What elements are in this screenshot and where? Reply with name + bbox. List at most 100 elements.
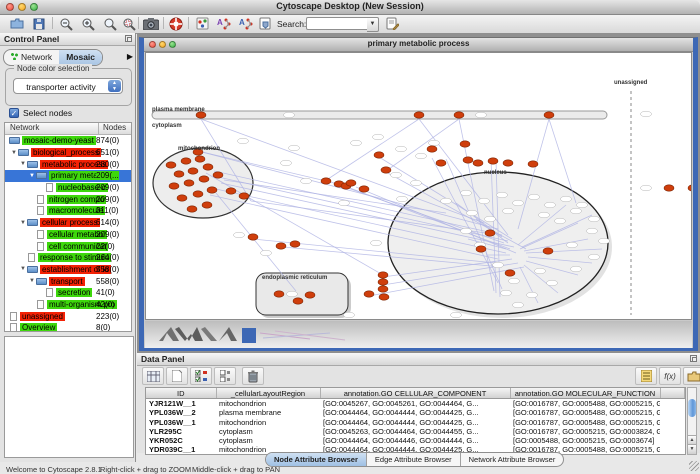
tree-row[interactable]: Overview8(0) bbox=[5, 322, 131, 332]
resize-grip[interactable] bbox=[689, 461, 699, 471]
gene-node[interactable] bbox=[166, 162, 176, 168]
vizmapper-icon[interactable] bbox=[193, 16, 211, 31]
gene-node[interactable] bbox=[688, 185, 691, 191]
col-cellular-layout-region[interactable]: _cellularLayoutRegion bbox=[216, 388, 320, 399]
search-dropdown-arrow[interactable]: ▼ bbox=[367, 17, 379, 32]
gene-node[interactable] bbox=[199, 176, 209, 182]
window-titlebar[interactable]: Cytoscape Desktop (New Session) bbox=[0, 0, 700, 15]
disclosure-triangle[interactable]: ▼ bbox=[5, 266, 26, 272]
gene-node[interactable] bbox=[543, 248, 553, 254]
tree-row[interactable]: ▼establishment of lo558(0) bbox=[5, 264, 131, 276]
scrollbar-thumb[interactable] bbox=[688, 399, 696, 417]
gene-node[interactable] bbox=[290, 241, 300, 247]
tree-row[interactable]: macromolecule311(0) bbox=[5, 205, 131, 217]
tree-row[interactable]: multi-organism pro42(0) bbox=[5, 299, 131, 311]
gene-node[interactable] bbox=[346, 180, 356, 186]
disclosure-triangle[interactable]: ▼ bbox=[5, 173, 35, 179]
gene-node[interactable] bbox=[276, 243, 286, 249]
attribute-list-icon[interactable] bbox=[635, 367, 657, 385]
tree-row[interactable]: cellular metabol209(0) bbox=[5, 229, 131, 241]
tree-row[interactable]: secretion41(0) bbox=[5, 287, 131, 299]
tree-row[interactable]: ▼metabolic process280(0) bbox=[5, 158, 131, 170]
network-view-frame[interactable]: primary metabolic process bbox=[139, 37, 698, 351]
gene-node[interactable] bbox=[213, 172, 223, 178]
layout-label-b-icon[interactable]: A bbox=[236, 16, 254, 31]
unselect-attributes-icon[interactable] bbox=[214, 367, 236, 385]
gene-node[interactable] bbox=[226, 188, 236, 194]
attribute-table[interactable]: ID _cellularLayoutRegion annotation.GO C… bbox=[146, 388, 685, 455]
gene-node[interactable] bbox=[528, 161, 538, 167]
gene-node[interactable] bbox=[248, 234, 258, 240]
table-scrollbar[interactable]: ▲ ▼ bbox=[687, 387, 697, 455]
delete-attribute-icon[interactable] bbox=[242, 367, 264, 385]
gene-node[interactable] bbox=[239, 193, 249, 199]
tree-row[interactable]: ▼cellular process614(0) bbox=[5, 217, 131, 229]
layout-label-a-icon[interactable]: A bbox=[214, 16, 232, 31]
gene-node[interactable] bbox=[460, 141, 470, 147]
zoom-in-icon[interactable] bbox=[79, 16, 97, 31]
gene-node[interactable] bbox=[202, 202, 212, 208]
gene-node[interactable] bbox=[177, 195, 187, 201]
tab-mosaic[interactable]: Mosaic bbox=[59, 50, 102, 65]
import-attributes-icon[interactable] bbox=[683, 367, 700, 385]
tree-column-network[interactable]: Network bbox=[5, 123, 99, 134]
scroll-down-arrow[interactable]: ▼ bbox=[688, 444, 696, 454]
disclosure-triangle[interactable]: ▼ bbox=[5, 150, 17, 156]
tree-row[interactable]: mosaic-demo-yeast874(0) bbox=[5, 135, 131, 147]
gene-node[interactable] bbox=[378, 272, 388, 278]
gene-node[interactable] bbox=[473, 160, 483, 166]
manage-plugins-icon[interactable] bbox=[256, 16, 274, 31]
tab-network[interactable]: Network bbox=[4, 50, 59, 65]
open-file-icon[interactable] bbox=[8, 16, 26, 31]
gene-node[interactable] bbox=[207, 187, 217, 193]
gene-node[interactable] bbox=[463, 157, 473, 163]
save-icon[interactable] bbox=[30, 16, 48, 31]
gene-node[interactable] bbox=[454, 112, 464, 118]
select-attributes-icon[interactable] bbox=[190, 367, 212, 385]
gene-node[interactable] bbox=[381, 167, 391, 173]
gene-node[interactable] bbox=[485, 230, 495, 236]
gene-node[interactable] bbox=[193, 191, 203, 197]
tab-overflow-arrow[interactable]: ▶ bbox=[127, 52, 133, 61]
select-nodes-checkbox[interactable]: ✓ bbox=[9, 108, 19, 118]
float-panel-icon[interactable] bbox=[690, 355, 697, 362]
col-go-cellular-component[interactable]: annotation.GO CELLULAR_COMPONENT bbox=[320, 388, 510, 399]
tree-row[interactable]: nitrogen compo209(0) bbox=[5, 193, 131, 205]
attribute-table-icon[interactable] bbox=[142, 367, 164, 385]
gene-node[interactable] bbox=[203, 164, 213, 170]
search-input[interactable] bbox=[306, 17, 370, 30]
gene-node[interactable] bbox=[436, 160, 446, 166]
gene-node[interactable] bbox=[414, 112, 424, 118]
snapshot-icon[interactable] bbox=[142, 16, 160, 31]
network-canvas[interactable]: plasma membrane cytoplasm mitochondrion … bbox=[145, 52, 692, 320]
tree-row[interactable]: ▼biological_process651(0) bbox=[5, 147, 131, 159]
gene-node[interactable] bbox=[293, 298, 303, 304]
table-row[interactable]: YPL036W__1mitochondrion[GO:0044464, GO:0… bbox=[146, 418, 685, 427]
help-icon[interactable] bbox=[167, 16, 185, 31]
gene-node[interactable] bbox=[476, 246, 486, 252]
zoom-out-icon[interactable] bbox=[57, 16, 75, 31]
col-id[interactable]: ID bbox=[146, 388, 216, 399]
gene-node[interactable] bbox=[505, 270, 515, 276]
gene-node[interactable] bbox=[544, 112, 554, 118]
col-go-molecular-function[interactable]: annotation.GO MOLECULAR_FUNCTION bbox=[510, 388, 660, 399]
gene-node[interactable] bbox=[305, 292, 315, 298]
annotate-icon[interactable] bbox=[383, 16, 401, 31]
disclosure-triangle[interactable]: ▼ bbox=[5, 161, 26, 167]
gene-node[interactable] bbox=[374, 152, 384, 158]
tree-row[interactable]: unassigned223(0) bbox=[5, 310, 131, 322]
formula-builder-icon[interactable]: f(x) bbox=[659, 367, 681, 385]
disclosure-triangle[interactable]: ▼ bbox=[5, 278, 35, 284]
zoom-actual-icon[interactable] bbox=[101, 16, 119, 31]
gene-node[interactable] bbox=[195, 156, 205, 162]
table-row[interactable]: YKR052Ccytoplasm[GO:0044464, GO:0044446,… bbox=[146, 436, 685, 445]
gene-node[interactable] bbox=[488, 158, 498, 164]
tree-row[interactable]: ▼primary metabol209(... bbox=[5, 170, 131, 182]
gene-node[interactable] bbox=[188, 168, 198, 174]
gene-node[interactable] bbox=[378, 286, 388, 292]
gene-node[interactable] bbox=[321, 178, 331, 184]
gene-node[interactable] bbox=[379, 294, 389, 300]
combobox-stepper-icon[interactable]: ▲▼ bbox=[108, 80, 121, 92]
new-attribute-icon[interactable] bbox=[166, 367, 188, 385]
table-row[interactable]: YJR121W__1mitochondrion[GO:0045267, GO:0… bbox=[146, 399, 685, 409]
